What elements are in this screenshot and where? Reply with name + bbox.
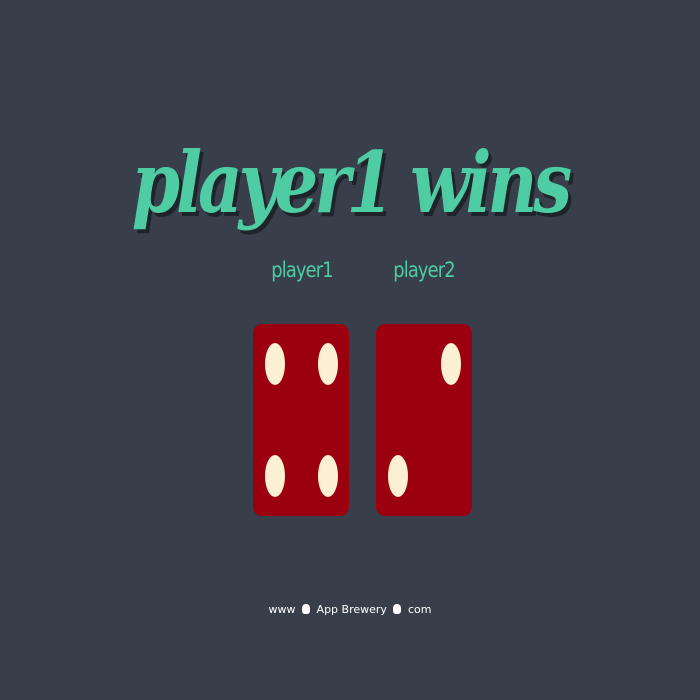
dice-pip: [265, 455, 285, 497]
footer-brand: App Brewery: [316, 603, 387, 616]
dice-pip: [388, 455, 408, 497]
dice-pip: [265, 343, 285, 385]
dice-pip: [318, 343, 338, 385]
footer: www App Brewery com: [0, 600, 700, 620]
player1-label: player1: [271, 258, 333, 282]
game-page: { "game": { "title": "player1 wins", "pl…: [0, 0, 700, 700]
footer-suffix: com: [407, 603, 432, 616]
player2-dice: [376, 324, 472, 516]
hop-icon: [302, 604, 311, 614]
player1-dice: [253, 324, 349, 516]
hop-icon: [393, 604, 402, 614]
footer-prefix: www: [268, 603, 296, 616]
player2-label: player2: [393, 258, 455, 282]
dice-pip: [318, 455, 338, 497]
dice-pip: [441, 343, 461, 385]
winner-title: player1 wins: [131, 133, 572, 233]
